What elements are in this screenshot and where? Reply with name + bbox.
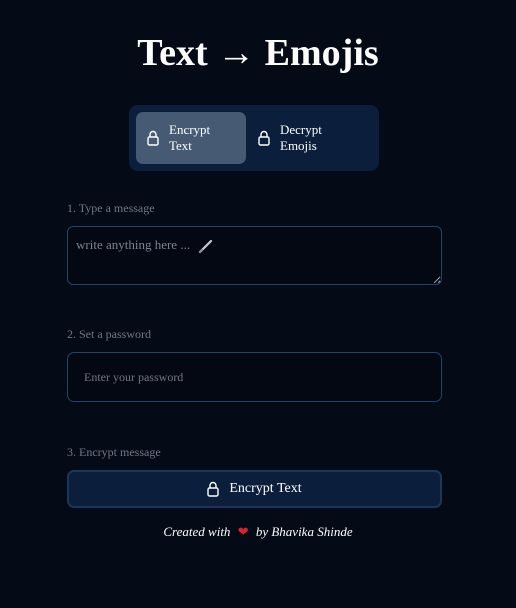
message-input[interactable] [67, 226, 442, 285]
pencil-icon [198, 238, 214, 254]
footer: Created with ❤ by Bhavika Shinde [0, 524, 516, 540]
page-title: Text → Emojis [137, 32, 379, 74]
encrypt-mode-button[interactable]: Encrypt Text [136, 112, 246, 164]
encrypt-mode-label: Encrypt Text [169, 122, 211, 153]
decrypt-mode-label: Decrypt Emojis [280, 122, 322, 153]
lock-icon [147, 130, 159, 146]
footer-prefix: Created with [163, 524, 231, 539]
lock-icon [207, 481, 220, 497]
heart-icon: ❤ [237, 524, 249, 539]
password-step-label: 2. Set a password [67, 327, 151, 341]
lock-icon [258, 130, 270, 146]
encrypt-button-label: Encrypt Text [229, 481, 302, 496]
password-input[interactable] [67, 352, 442, 402]
encrypt-step-label: 3. Encrypt message [67, 445, 161, 459]
mode-switch: Encrypt Text Decrypt Emojis [129, 105, 379, 171]
footer-author: by Bhavika Shinde [255, 524, 353, 539]
decrypt-mode-button[interactable]: Decrypt Emojis [247, 112, 357, 164]
message-step-label: 1. Type a message [67, 201, 155, 215]
encrypt-button[interactable]: Encrypt Text [67, 470, 442, 508]
